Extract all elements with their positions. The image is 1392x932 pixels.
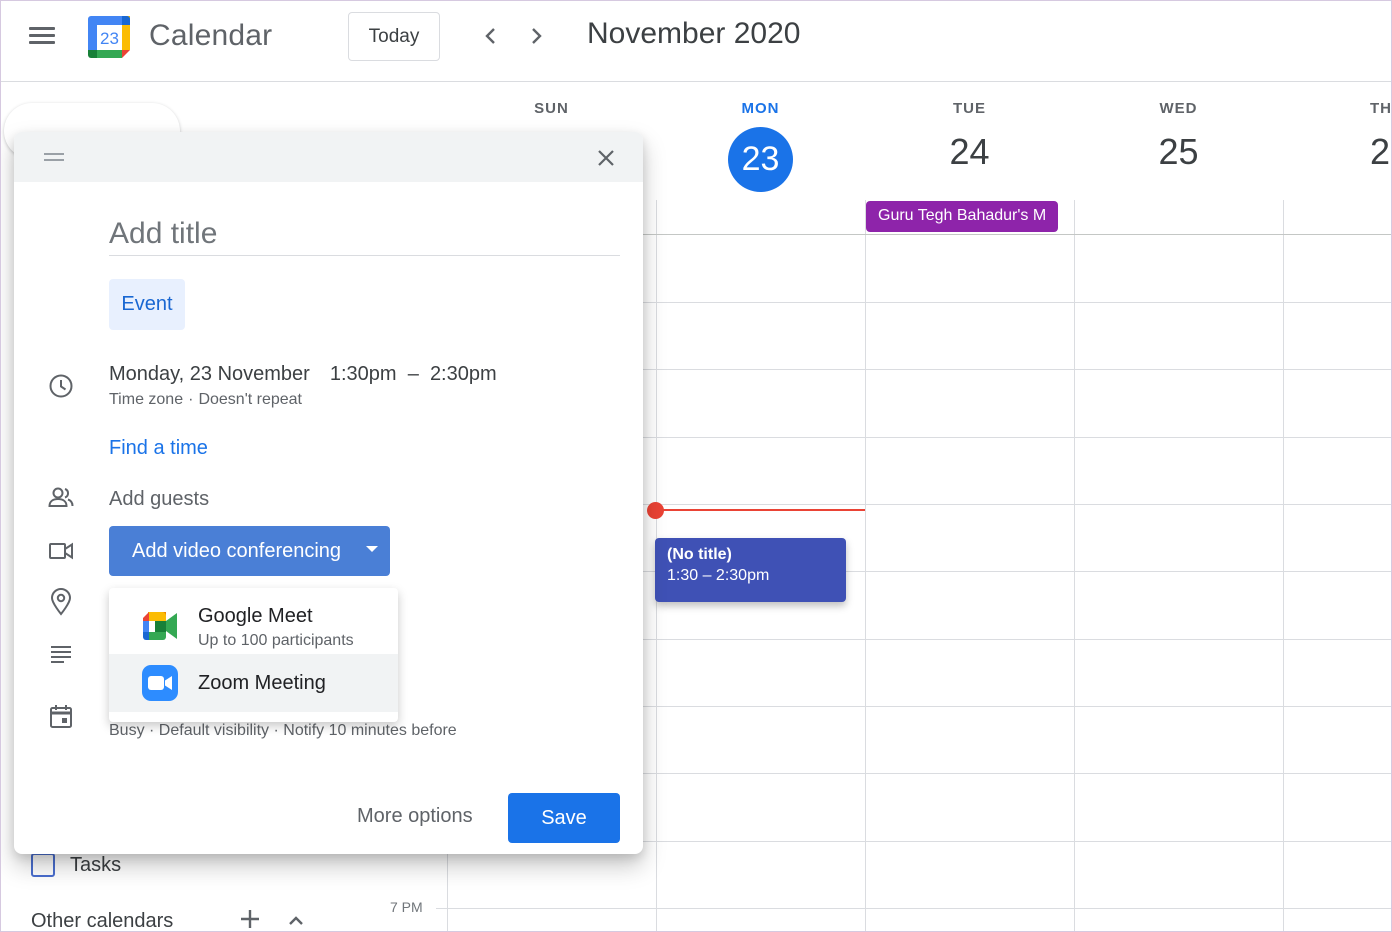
today-date-badge[interactable]: 23 [728,127,793,192]
chevron-left-icon[interactable] [477,22,505,50]
description-icon [47,640,75,668]
find-a-time-link[interactable]: Find a time [109,437,208,460]
tasks-checkbox[interactable] [31,853,55,877]
event-end-time[interactable]: 2:30pm [430,363,497,385]
day-of-week: TUE [953,100,986,117]
event-date[interactable]: Monday, 23 November [109,363,310,385]
video-button-label: Add video conferencing [132,539,342,562]
close-icon[interactable] [592,144,620,172]
event-date-time[interactable]: Monday, 23 November 1:30pm – 2:30pm [109,363,497,386]
quick-event-dialog: Event Monday, 23 November 1:30pm – 2:30pm… [14,132,643,854]
event-start-time[interactable]: 1:30pm [330,363,397,385]
caret-down-icon[interactable] [366,546,378,552]
day-number[interactable]: 25 [1074,131,1283,173]
dropdown-item-title: Google Meet [198,605,313,627]
day-number[interactable]: 2 [1370,131,1392,173]
grid-divider [865,200,866,932]
location-pin-icon [47,588,75,616]
plus-icon[interactable] [237,906,263,932]
grid-divider [1074,200,1075,932]
dropdown-item-subtitle: Up to 100 participants [198,632,354,649]
time-dash: – [407,363,419,385]
draft-event-block[interactable]: (No title) 1:30 – 2:30pm [655,538,846,602]
google-meet-icon [142,608,178,644]
busy-visibility-notify-summary[interactable]: Busy · Default visibility · Notify 10 mi… [109,722,457,740]
calendar-item-tasks[interactable]: Tasks [31,853,121,877]
event-title-input[interactable] [109,212,620,256]
day-header-wed[interactable]: WED 25 [1074,100,1283,173]
calendar-logo-icon: 23 [86,14,132,60]
event-type-tab[interactable]: Event [109,279,185,330]
event-title: (No title) [667,546,732,563]
current-month-title: November 2020 [587,17,801,50]
time-zone-link[interactable]: Time zone [109,391,183,408]
video-camera-icon [47,537,75,565]
grid-divider [1283,200,1284,932]
add-guests-input[interactable]: Add guests [109,488,209,511]
day-header-tue[interactable]: TUE 24 [865,100,1074,173]
event-time: 1:30 – 2:30pm [667,567,770,584]
day-header-mon[interactable]: MON [656,100,865,117]
hour-line [436,908,1392,909]
save-button[interactable]: Save [508,793,620,843]
conferencing-dropdown: Google Meet Up to 100 participants Zoom … [109,588,398,722]
day-of-week: SUN [534,100,569,117]
dropdown-item-google-meet[interactable]: Google Meet Up to 100 participants [109,588,398,654]
day-of-week: TH [1370,100,1392,117]
current-time-dot [647,502,664,519]
people-icon [47,484,75,512]
other-calendars-heading: Other calendars [31,910,174,932]
day-of-week: MON [741,100,780,117]
app-title: Calendar [149,19,273,52]
time-label-7pm: 7 PM [390,899,423,915]
dialog-header [14,132,643,182]
add-video-conferencing-button[interactable]: Add video conferencing [109,526,390,576]
calendar-icon [47,702,75,730]
event-time-options: Time zone · Doesn't repeat [109,391,302,409]
today-button[interactable]: Today [348,12,440,61]
separator: · [188,391,194,408]
chevron-right-icon[interactable] [522,22,550,50]
main-menu-icon[interactable] [22,16,62,56]
current-time-line [656,509,865,511]
repeat-option[interactable]: Doesn't repeat [198,391,302,408]
day-of-week: WED [1159,100,1198,117]
all-day-event[interactable]: Guru Tegh Bahadur's M [866,201,1058,232]
clock-icon [47,372,75,400]
day-header-sun[interactable]: SUN [447,100,656,117]
more-options-button[interactable]: More options [357,805,473,828]
dropdown-item-title: Zoom Meeting [198,672,326,694]
tasks-label: Tasks [70,853,122,876]
chevron-up-icon[interactable] [284,908,308,932]
dropdown-item-zoom-meeting[interactable]: Zoom Meeting [109,654,398,712]
drag-handle-icon[interactable] [44,151,66,163]
logo-day-text: 23 [100,29,119,48]
app-header: 23 Calendar Today November 2020 [0,0,1392,82]
zoom-icon [142,665,178,701]
day-header-thu[interactable]: TH 2 [1283,100,1392,173]
day-number[interactable]: 24 [865,131,1074,173]
